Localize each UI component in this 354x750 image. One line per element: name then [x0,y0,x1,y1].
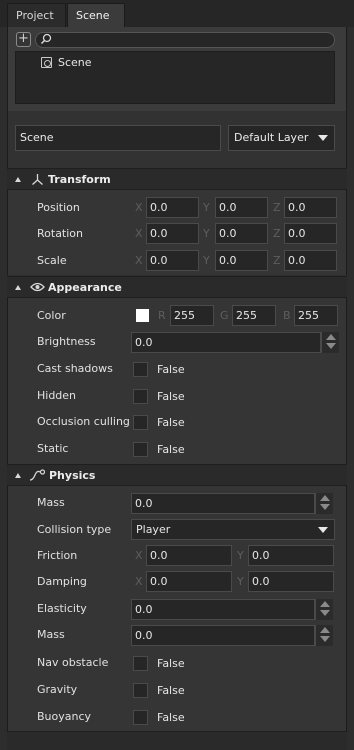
elasticity-label: Elasticity [37,602,87,615]
brightness-spinner[interactable] [321,332,339,353]
friction-label: Friction [37,549,78,562]
color-b-field[interactable]: 255 [294,305,338,326]
tab-scene[interactable]: Scene [67,3,125,28]
axes-icon [32,174,43,185]
brightness-field[interactable]: 0.0 [131,332,321,353]
transform-title: Transform [48,173,111,186]
hidden-value: False [157,390,185,403]
position-z-field[interactable]: 0.0 [284,197,337,218]
color-b-label: B [283,309,291,322]
friction-x-axis-label: X [135,549,143,562]
gravity-value: False [157,684,185,697]
hidden-checkbox[interactable] [133,389,148,404]
buoyancy-label: Buoyancy [37,710,92,723]
cast-shadows-checkbox[interactable] [133,362,148,377]
position-y-axis-label: Y [203,201,210,214]
damping-x-axis-label: X [135,575,143,588]
mass-secondary-label: Mass [37,628,65,641]
collapse-icon[interactable] [15,177,21,182]
collision-type-value: Player [136,523,171,536]
eye-icon [30,282,45,292]
friction-y-field[interactable]: 0.0 [248,545,334,566]
scale-z-axis-label: Z [273,254,281,267]
color-g-label: G [220,309,229,322]
occlusion-culling-checkbox[interactable] [133,415,148,430]
rotation-x-field[interactable]: 0.0 [146,223,199,244]
chevron-down-icon [318,527,328,533]
layer-select-value: Default Layer [234,131,309,144]
position-label: Position [37,201,80,214]
nav-obstacle-label: Nav obstacle [37,656,109,669]
color-swatch[interactable] [136,309,149,322]
scene-icon [41,57,52,68]
gravity-label: Gravity [37,683,78,696]
static-label: Static [37,442,69,455]
nav-obstacle-value: False [157,657,185,670]
brightness-label: Brightness [37,335,96,348]
physics-curve-icon [29,469,46,481]
collision-type-label: Collision type [37,523,112,536]
tab-project[interactable]: Project [7,3,66,27]
mass-secondary-spinner[interactable] [315,625,333,646]
buoyancy-checkbox[interactable] [133,710,148,725]
damping-y-field[interactable]: 0.0 [248,571,334,592]
static-value: False [157,443,185,456]
nav-obstacle-checkbox[interactable] [133,656,148,671]
mass-label: Mass [37,496,65,509]
elasticity-spinner[interactable] [315,599,333,620]
rotation-y-axis-label: Y [203,227,210,240]
buoyancy-value: False [157,711,185,724]
add-button[interactable]: + [16,32,31,47]
cast-shadows-value: False [157,363,185,376]
chevron-down-icon [318,135,328,141]
mass-spinner[interactable] [315,493,333,514]
scale-x-axis-label: X [135,254,143,267]
scale-z-field[interactable]: 0.0 [284,250,337,271]
color-r-label: R [158,309,166,322]
damping-y-axis-label: Y [237,575,244,588]
tree-item-scene[interactable]: Scene [58,56,92,69]
scale-y-field[interactable]: 0.0 [215,250,268,271]
rotation-x-axis-label: X [135,227,143,240]
friction-y-axis-label: Y [237,549,244,562]
scale-label: Scale [37,254,67,267]
static-checkbox[interactable] [133,442,148,457]
friction-x-field[interactable]: 0.0 [146,545,232,566]
collision-type-select[interactable]: Player [131,519,335,540]
search-icon [40,33,52,45]
collapse-icon[interactable] [15,473,21,478]
rotation-z-field[interactable]: 0.0 [284,223,337,244]
rotation-label: Rotation [37,227,84,240]
mass-secondary-field[interactable]: 0.0 [131,625,315,646]
rotation-y-field[interactable]: 0.0 [215,223,268,244]
position-x-field[interactable]: 0.0 [146,197,199,218]
damping-label: Damping [37,575,87,588]
color-r-field[interactable]: 255 [170,305,214,326]
panel-footer [7,731,347,750]
gravity-checkbox[interactable] [133,683,148,698]
appearance-title: Appearance [48,281,122,294]
color-g-field[interactable]: 255 [232,305,276,326]
collapse-icon[interactable] [15,285,21,290]
position-z-axis-label: Z [273,201,281,214]
rotation-z-axis-label: Z [273,227,281,240]
position-x-axis-label: X [135,201,143,214]
position-y-field[interactable]: 0.0 [215,197,268,218]
color-label: Color [37,309,66,322]
mass-field[interactable]: 0.0 [131,493,315,514]
scale-y-axis-label: Y [203,254,210,267]
object-name-field[interactable]: Scene [15,125,221,151]
occlusion-culling-value: False [157,416,185,429]
elasticity-field[interactable]: 0.0 [131,599,315,620]
occlusion-culling-label: Occlusion culling [37,415,130,428]
scale-x-field[interactable]: 0.0 [146,250,199,271]
damping-x-field[interactable]: 0.0 [146,571,232,592]
hidden-label: Hidden [37,389,77,402]
physics-title: Physics [49,469,96,482]
search-input[interactable] [35,32,335,48]
cast-shadows-label: Cast shadows [37,362,113,375]
